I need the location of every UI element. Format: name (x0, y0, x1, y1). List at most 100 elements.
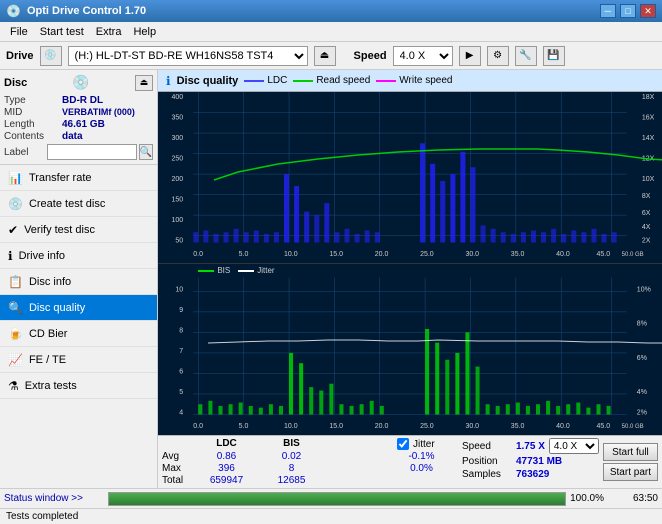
svg-text:35.0: 35.0 (511, 251, 525, 258)
svg-text:40.0: 40.0 (556, 423, 570, 430)
legend-ldc: LDC (244, 75, 287, 86)
label-search-btn[interactable]: 🔍 (139, 144, 153, 160)
svg-text:4: 4 (179, 409, 183, 416)
max-bis: 8 (259, 463, 324, 474)
drive-select[interactable]: (H:) HL-DT-ST BD-RE WH16NS58 TST4 (68, 46, 308, 66)
svg-text:6%: 6% (637, 355, 647, 362)
contents-label: Contents (4, 131, 62, 142)
sidebar-label-transfer-rate: Transfer rate (29, 172, 92, 184)
disc-info-icon: 📋 (8, 275, 23, 289)
svg-text:10X: 10X (642, 176, 655, 183)
nav-menu: 📊 Transfer rate 💿 Create test disc ✔ Ver… (0, 165, 157, 488)
bottom-chart: BIS Jitter (158, 264, 662, 435)
svg-text:8: 8 (179, 327, 183, 334)
stats-header-row: LDC BIS Jitter (162, 438, 454, 450)
drive-bar: Drive 💿 (H:) HL-DT-ST BD-RE WH16NS58 TST… (0, 42, 662, 70)
sidebar-item-create-test-disc[interactable]: 💿 Create test disc (0, 191, 157, 217)
svg-text:50.0 GB: 50.0 GB (622, 424, 644, 430)
minimize-button[interactable]: ─ (600, 4, 616, 18)
ldc-color-indicator (244, 80, 264, 82)
svg-text:0.0: 0.0 (193, 251, 203, 258)
max-jitter: 0.0% (389, 463, 454, 474)
sidebar-item-cd-bier[interactable]: 🍺 CD Bier (0, 321, 157, 347)
speed-icon[interactable]: ▶ (459, 46, 481, 66)
status-window-button[interactable]: Status window >> (4, 493, 104, 504)
menu-start-test[interactable]: Start test (34, 24, 90, 40)
settings-icon2[interactable]: 🔧 (515, 46, 537, 66)
start-part-button[interactable]: Start part (603, 463, 658, 481)
save-icon[interactable]: 💾 (543, 46, 565, 66)
type-label: Type (4, 95, 62, 106)
close-button[interactable]: ✕ (640, 4, 656, 18)
status-message: Tests completed (6, 511, 78, 522)
sidebar-item-extra-tests[interactable]: ⚗ Extra tests (0, 373, 157, 399)
drive-icon[interactable]: 💿 (40, 46, 62, 66)
status-text-bar: Tests completed (0, 508, 662, 524)
svg-text:0.0: 0.0 (193, 423, 203, 430)
sidebar-item-fe-te[interactable]: 📈 FE / TE (0, 347, 157, 373)
sidebar-item-disc-quality[interactable]: 🔍 Disc quality (0, 295, 157, 321)
menu-file[interactable]: File (4, 24, 34, 40)
svg-text:25.0: 25.0 (420, 423, 434, 430)
menu-help[interactable]: Help (127, 24, 162, 40)
sidebar-item-verify-test-disc[interactable]: ✔ Verify test disc (0, 217, 157, 243)
svg-text:45.0: 45.0 (596, 423, 610, 430)
sidebar-label-verify-test-disc: Verify test disc (24, 224, 95, 236)
svg-text:6: 6 (179, 368, 183, 375)
sidebar-item-disc-info[interactable]: 📋 Disc info (0, 269, 157, 295)
samples-row: Samples 763629 (462, 469, 599, 480)
speed-stat-label: Speed (462, 441, 512, 452)
position-value: 47731 MB (516, 456, 562, 467)
jitter-checkbox[interactable] (397, 438, 409, 450)
app-title: Opti Drive Control 1.70 (27, 5, 146, 17)
sidebar-label-fe-te: FE / TE (29, 354, 66, 366)
disc-eject-btn[interactable]: ⏏ (135, 75, 153, 91)
disc-panel: Disc 💿 ⏏ Type BD-R DL MID VERBATIMf (000… (0, 70, 157, 165)
avg-jitter: -0.1% (389, 451, 454, 462)
maximize-button[interactable]: □ (620, 4, 636, 18)
svg-text:10: 10 (175, 286, 183, 293)
cd-bier-icon: 🍺 (8, 327, 23, 341)
svg-text:50.0 GB: 50.0 GB (622, 252, 644, 258)
max-label: Max (162, 463, 194, 474)
drive-label: Drive (6, 50, 34, 62)
speed-select[interactable]: 4.0 X (393, 46, 453, 66)
stats-area: LDC BIS Jitter Avg 0.86 0.02 -0.1% (158, 435, 662, 488)
menu-extra[interactable]: Extra (90, 24, 128, 40)
svg-text:18X: 18X (642, 94, 655, 101)
samples-label: Samples (462, 469, 512, 480)
eject-button[interactable]: ⏏ (314, 46, 336, 66)
svg-text:16X: 16X (642, 114, 655, 121)
avg-label: Avg (162, 451, 194, 462)
read-color-indicator (293, 80, 313, 82)
title-bar: 💿 Opti Drive Control 1.70 ─ □ ✕ (0, 0, 662, 22)
sidebar-item-transfer-rate[interactable]: 📊 Transfer rate (0, 165, 157, 191)
settings-icon1[interactable]: ⚙ (487, 46, 509, 66)
svg-text:10%: 10% (637, 286, 651, 293)
samples-value: 763629 (516, 469, 549, 480)
fe-te-icon: 📈 (8, 353, 23, 367)
disc-quality-icon: 🔍 (8, 301, 23, 315)
svg-text:40.0: 40.0 (556, 251, 570, 258)
svg-text:7: 7 (179, 348, 183, 355)
svg-text:45.0: 45.0 (596, 251, 610, 258)
sidebar-item-drive-info[interactable]: ℹ Drive info (0, 243, 157, 269)
status-bar: Status window >> 100.0% 63:50 (0, 488, 662, 508)
legend-read-label: Read speed (316, 75, 370, 86)
svg-text:30.0: 30.0 (465, 423, 479, 430)
sidebar-label-disc-info: Disc info (29, 276, 71, 288)
label-input[interactable] (47, 144, 137, 160)
svg-text:400: 400 (172, 94, 184, 101)
svg-text:8X: 8X (642, 193, 651, 200)
progress-fill (109, 493, 565, 505)
speed-stat-select[interactable]: 4.0 X (549, 438, 599, 454)
position-label: Position (462, 456, 512, 467)
svg-text:20.0: 20.0 (375, 251, 389, 258)
jitter-checkbox-area: Jitter (397, 438, 435, 450)
svg-text:20.0: 20.0 (375, 423, 389, 430)
sidebar-label-cd-bier: CD Bier (29, 328, 68, 340)
write-color-indicator (376, 80, 396, 82)
start-full-button[interactable]: Start full (603, 443, 658, 461)
chart-area: ℹ Disc quality LDC Read speed Write spee… (158, 70, 662, 488)
legend-ldc-label: LDC (267, 75, 287, 86)
